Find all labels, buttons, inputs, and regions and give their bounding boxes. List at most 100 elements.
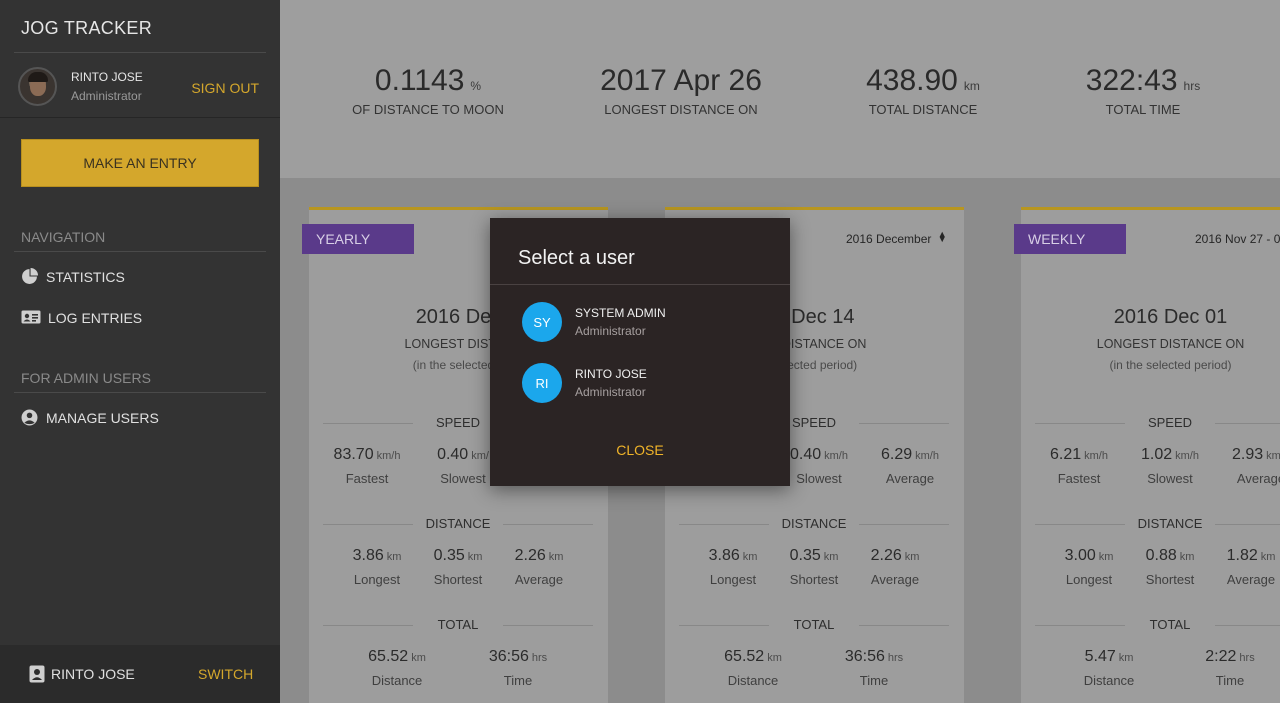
stat-label: TOTAL TIME (1105, 102, 1181, 117)
user-option[interactable]: RI RINTO JOSE Administrator (522, 363, 762, 405)
user-initials-avatar: SY (522, 302, 562, 342)
sidebar: JOG TRACKER RINTO JOSE Administrator SIG… (0, 0, 280, 703)
metric-value: 2.26 (514, 547, 546, 564)
period-select-value: 2016 December (846, 232, 932, 246)
section-heading: TOTAL (679, 617, 949, 632)
sign-out-link[interactable]: SIGN OUT (191, 80, 259, 96)
metric: 83.70 km/h Fastest (322, 446, 412, 486)
card-note: (in the selected period) (1109, 358, 1232, 372)
metric-unit: km/h (915, 450, 939, 462)
metric-unit: km/h (1175, 450, 1199, 462)
card-headline: 2016 Dec 01 (1113, 306, 1228, 328)
metric-label: Distance (371, 673, 423, 688)
metric-label: Average (514, 572, 564, 587)
section-heading: TOTAL (1035, 617, 1280, 632)
metric-value: 65.52 (724, 648, 765, 665)
metric: 2.93km/h Average (1216, 446, 1280, 486)
card-subtitle: LONGEST DISTANCE ON (1096, 337, 1245, 351)
metric-value: 2.93 (1232, 446, 1264, 463)
stat-value: 322:43 (1085, 64, 1178, 97)
metric-label: Average (1236, 471, 1280, 486)
metric-value: 6.29 (881, 446, 913, 463)
metric-unit: km/h (824, 450, 848, 462)
metric-value: 83.70 (333, 446, 374, 463)
stat-value: 438.90 (866, 64, 958, 97)
sidebar-item-log-entries[interactable]: LOG ENTRIES (21, 308, 142, 328)
metric-value: 3.86 (352, 547, 384, 564)
metric-label: Fastest (1057, 471, 1101, 486)
metric-label: Distance (727, 673, 779, 688)
select-user-dialog: Select a user SY SYSTEM ADMIN Administra… (490, 218, 790, 486)
section-heading: DISTANCE (323, 516, 593, 531)
metric-label: Shortest (789, 572, 839, 587)
metric-unit: km/h (1084, 450, 1108, 462)
metric-label: Average (870, 572, 920, 587)
metric: 6.21 km/h Fastest (1034, 446, 1124, 486)
metric: 6.29 km/h Average (865, 446, 955, 486)
metric: 3.86 km Longest (332, 547, 422, 587)
sidebar-item-statistics[interactable]: STATISTICS (21, 267, 125, 287)
user-option-role: Administrator (575, 385, 646, 399)
period-select[interactable]: 2016 Nov 27 - 0 (1195, 232, 1280, 246)
metric-label: Fastest (345, 471, 389, 486)
metric-value: 0.35 (433, 547, 465, 564)
period-select[interactable]: 2016 December ▲ ▼ (846, 230, 947, 247)
metric-value: 3.86 (708, 547, 740, 564)
user-option[interactable]: SY SYSTEM ADMIN Administrator (522, 302, 762, 344)
divider (14, 52, 266, 53)
section-heading: SPEED (1035, 415, 1280, 430)
metric-unit: km (386, 551, 402, 563)
metric-unit: km/h (376, 450, 401, 462)
user-circle-icon (21, 409, 39, 427)
stat-moon: 0.1143% OF DISTANCE TO MOON (352, 64, 504, 117)
divider (14, 392, 266, 393)
navigation-heading: NAVIGATION (21, 229, 106, 245)
stat-value: 0.1143 (374, 64, 465, 97)
metric-unit: km (1179, 551, 1195, 563)
stat-label: TOTAL DISTANCE (868, 102, 978, 117)
period-tag-yearly: YEARLY (302, 224, 414, 254)
metric-label: Shortest (1145, 572, 1195, 587)
close-button[interactable]: CLOSE (490, 442, 790, 458)
metric-label: Average (885, 471, 935, 486)
user-role: Administrator (71, 89, 142, 103)
id-card-icon (21, 309, 41, 327)
user-badge-icon (29, 665, 45, 683)
metric-unit: km (904, 551, 920, 563)
make-entry-button[interactable]: MAKE AN ENTRY (21, 139, 259, 187)
footer-user: RINTO JOSE (29, 665, 135, 683)
metric-label: Time (1215, 673, 1245, 688)
user-name: RINTO JOSE (71, 70, 143, 84)
dialog-title: Select a user (518, 247, 635, 269)
app-title: JOG TRACKER (21, 18, 152, 38)
metric-label: Shortest (433, 572, 483, 587)
summary-stats: 0.1143% OF DISTANCE TO MOON 2017 Apr 26 … (280, 0, 1280, 178)
metric-label: Slowest (1147, 471, 1193, 486)
section-heading: DISTANCE (1035, 516, 1280, 531)
section-heading: TOTAL (323, 617, 593, 632)
metric: 2.26 km Average (494, 547, 584, 587)
sidebar-item-manage-users[interactable]: MANAGE USERS (21, 408, 159, 428)
metric-value: 1.02 (1141, 446, 1173, 463)
metric-value: 5.47 (1084, 648, 1116, 665)
metric-unit: km/ (471, 450, 489, 462)
metric-value: 0.40 (437, 446, 469, 463)
metric-label: Average (1226, 572, 1276, 587)
sidebar-footer: RINTO JOSE SWITCH (0, 645, 280, 703)
metric-value: 36:56 (844, 648, 885, 665)
metric: 2.26 km Average (850, 547, 940, 587)
metric-label: Time (859, 673, 889, 688)
metric: 3.00 km Longest (1044, 547, 1134, 587)
switch-user-button[interactable]: SWITCH (198, 666, 253, 682)
metric: 3.86 km Longest (688, 547, 778, 587)
section-heading: DISTANCE (679, 516, 949, 531)
metric-unit: hrs (531, 652, 548, 664)
metric-unit: hrs (887, 652, 904, 664)
metric: 65.52 km Distance (708, 648, 798, 688)
stat-label: OF DISTANCE TO MOON (352, 102, 504, 117)
metric-unit: hrs (1239, 652, 1255, 664)
stat-value: 2017 Apr 26 (600, 64, 762, 97)
period-select-value: 2016 Nov 27 - 0 (1195, 232, 1280, 246)
metric: 5.47 km Distance (1064, 648, 1154, 688)
metric-unit: km (411, 652, 426, 664)
